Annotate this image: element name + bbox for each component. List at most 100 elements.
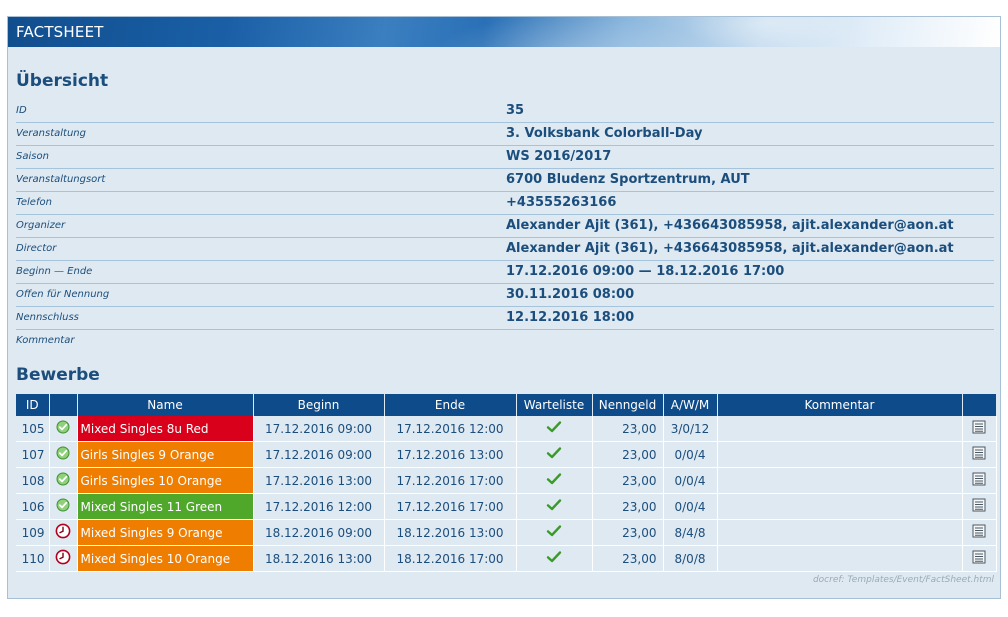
cell-status xyxy=(49,467,78,494)
overview-label: Veranstaltung xyxy=(16,128,86,139)
overview-label: Offen für Nennung xyxy=(16,289,110,300)
cell-begin: 17.12.2016 09:00 xyxy=(253,416,385,442)
cell-end: 17.12.2016 12:00 xyxy=(384,416,517,442)
competitions-body: 105 Mixed Singles 8u Red 17.12.2016 09:00 1… xyxy=(16,416,997,572)
list-icon[interactable] xyxy=(972,446,986,463)
overview-value: 6700 Bludenz Sportzentrum, AUT xyxy=(506,172,750,187)
cell-name: Girls Singles 9 Orange xyxy=(77,441,254,468)
open-check-icon xyxy=(56,446,70,463)
cell-fee: 23,00 xyxy=(592,493,664,520)
open-check-icon xyxy=(56,420,70,437)
cell-details[interactable] xyxy=(962,493,997,520)
cell-begin: 18.12.2016 13:00 xyxy=(253,545,385,572)
column-header-end[interactable]: Ende xyxy=(384,394,517,416)
cell-details[interactable] xyxy=(962,545,997,572)
column-header-name[interactable]: Name xyxy=(77,394,254,416)
column-header-begin[interactable]: Beginn xyxy=(253,394,385,416)
docref-text: docref: Templates/Event/FactSheet.html xyxy=(812,575,994,585)
overview-label: Organizer xyxy=(16,220,66,231)
cell-end: 18.12.2016 17:00 xyxy=(384,545,517,572)
cell-details[interactable] xyxy=(962,441,997,468)
cell-id: 106 xyxy=(16,493,50,520)
list-icon[interactable] xyxy=(972,524,986,541)
cell-waitlist xyxy=(516,416,593,442)
cell-awm: 0/0/4 xyxy=(663,467,718,494)
table-row[interactable]: 106 Mixed Singles 11 Green 17.12.2016 12:0… xyxy=(16,493,997,520)
column-header-awm[interactable]: A/W/M xyxy=(663,394,718,416)
checkmark-icon xyxy=(546,446,562,463)
cell-comment xyxy=(717,519,963,546)
cell-details[interactable] xyxy=(962,416,997,442)
column-header-id[interactable]: ID xyxy=(16,394,50,416)
cell-name: Mixed Singles 10 Orange xyxy=(77,545,254,572)
cell-comment xyxy=(717,467,963,494)
checkmark-icon xyxy=(546,550,562,567)
checkmark-icon xyxy=(546,472,562,489)
cell-waitlist xyxy=(516,545,593,572)
overview-heading: Übersicht xyxy=(16,71,109,91)
competitions-table: ID Name Beginn Ende Warteliste Nenngeld … xyxy=(16,394,997,572)
clock-icon xyxy=(55,549,71,568)
overview-label: Nennschluss xyxy=(16,312,79,323)
list-icon[interactable] xyxy=(972,472,986,489)
cell-details[interactable] xyxy=(962,467,997,494)
cell-id: 109 xyxy=(16,519,50,546)
cell-status xyxy=(49,416,78,442)
cell-waitlist xyxy=(516,441,593,468)
cell-id: 110 xyxy=(16,545,50,572)
cell-begin: 17.12.2016 13:00 xyxy=(253,467,385,494)
cell-begin: 17.12.2016 12:00 xyxy=(253,493,385,520)
overview-row-season: Saison WS 2016/2017 xyxy=(16,146,994,169)
table-row[interactable]: 108 Girls Singles 10 Orange 17.12.2016 13:… xyxy=(16,467,997,494)
table-row[interactable]: 110 Mixed Singles 10 Orange 18.12.2016 13:… xyxy=(16,545,997,572)
cell-comment xyxy=(717,545,963,572)
overview-value: +43555263166 xyxy=(506,195,617,210)
overview-value: 3. Volksbank Colorball-Day xyxy=(506,126,703,141)
list-icon[interactable] xyxy=(972,420,986,437)
column-header-waitlist[interactable]: Warteliste xyxy=(516,394,593,416)
overview-label: Director xyxy=(16,243,57,254)
overview-row-comment: Kommentar xyxy=(16,330,994,352)
cell-end: 17.12.2016 17:00 xyxy=(384,493,517,520)
overview-value: 35 xyxy=(506,103,525,118)
cell-id: 105 xyxy=(16,416,50,442)
overview-row-venue: Veranstaltungsort 6700 Bludenz Sportzent… xyxy=(16,169,994,192)
competitions-heading: Bewerbe xyxy=(16,365,100,385)
overview-value: Alexander Ajit (361), +436643085958, aji… xyxy=(506,241,954,256)
list-icon[interactable] xyxy=(972,498,986,515)
table-row[interactable]: 105 Mixed Singles 8u Red 17.12.2016 09:00 1… xyxy=(16,416,997,442)
column-header-comment[interactable]: Kommentar xyxy=(717,394,963,416)
checkmark-icon xyxy=(546,524,562,541)
cell-awm: 8/4/8 xyxy=(663,519,718,546)
checkmark-icon xyxy=(546,498,562,515)
list-icon[interactable] xyxy=(972,550,986,567)
overview-row-open-registration: Offen für Nennung 30.11.2016 08:00 xyxy=(16,284,994,307)
cell-details[interactable] xyxy=(962,519,997,546)
overview-label: Beginn — Ende xyxy=(16,266,93,277)
overview-row-phone: Telefon +43555263166 xyxy=(16,192,994,215)
overview-row-dates: Beginn — Ende 17.12.2016 09:00 — 18.12.2… xyxy=(16,261,994,284)
table-row[interactable]: 109 Mixed Singles 9 Orange 18.12.2016 09:0… xyxy=(16,519,997,546)
overview-row-event: Veranstaltung 3. Volksbank Colorball-Day xyxy=(16,123,994,146)
cell-waitlist xyxy=(516,519,593,546)
column-header-fee[interactable]: Nenngeld xyxy=(592,394,664,416)
column-header-status xyxy=(49,394,78,416)
overview-value: 12.12.2016 18:00 xyxy=(506,310,635,325)
overview-list: ID 35 Veranstaltung 3. Volksbank Colorba… xyxy=(16,100,994,352)
overview-value: 30.11.2016 08:00 xyxy=(506,287,635,302)
cell-fee: 23,00 xyxy=(592,441,664,468)
clock-icon xyxy=(55,523,71,542)
cell-fee: 23,00 xyxy=(592,519,664,546)
overview-row-organizer: Organizer Alexander Ajit (361), +4366430… xyxy=(16,215,994,238)
overview-label: Telefon xyxy=(16,197,52,208)
cell-name: Mixed Singles 9 Orange xyxy=(77,519,254,546)
cell-name: Girls Singles 10 Orange xyxy=(77,467,254,494)
banner-title: FACTSHEET xyxy=(16,23,104,41)
cell-begin: 17.12.2016 09:00 xyxy=(253,441,385,468)
table-header-row: ID Name Beginn Ende Warteliste Nenngeld … xyxy=(16,394,997,416)
table-row[interactable]: 107 Girls Singles 9 Orange 17.12.2016 09:0… xyxy=(16,441,997,468)
cell-end: 17.12.2016 17:00 xyxy=(384,467,517,494)
overview-row-deadline: Nennschluss 12.12.2016 18:00 xyxy=(16,307,994,330)
overview-label: Saison xyxy=(16,151,49,162)
overview-value: Alexander Ajit (361), +436643085958, aji… xyxy=(506,218,954,233)
